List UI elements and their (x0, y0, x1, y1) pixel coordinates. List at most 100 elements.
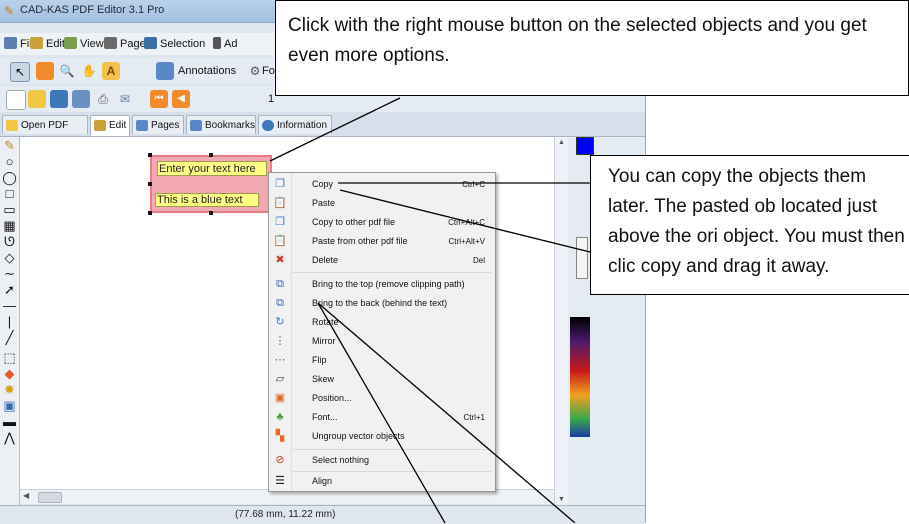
wave-icon[interactable]: ∼ (2, 266, 17, 282)
ungroup-icon: ▚ (275, 430, 285, 442)
font-icon: ♣ (276, 411, 284, 423)
paste-icon: 📋 (273, 197, 287, 209)
callout-right-click: Click with the right mouse button on the… (275, 0, 909, 96)
skew-icon: ▱ (275, 373, 285, 385)
menu-edit[interactable]: Edit (30, 36, 65, 52)
tab-information[interactable]: Information (258, 115, 332, 134)
menu-item-delete[interactable]: ✖ Delete Del (271, 251, 493, 270)
selection-handle[interactable] (148, 153, 152, 157)
window-title: CAD-KAS PDF Editor 3.1 Pro (20, 4, 165, 16)
stamp-icon[interactable]: ✸ (2, 382, 17, 398)
tab-edit[interactable]: Edit (90, 115, 130, 136)
edit-tab-icon (94, 120, 106, 131)
scroll-left-icon[interactable]: ◀ (23, 491, 29, 500)
text-object-2[interactable]: This is a blue text (155, 193, 259, 207)
rectangle-icon[interactable]: ▭ (2, 202, 17, 218)
polyline-icon[interactable]: ᘎ (2, 234, 17, 250)
polygon-icon[interactable]: ◇ (2, 250, 17, 266)
image-icon[interactable]: ▣ (2, 398, 17, 414)
save-icon[interactable] (50, 90, 68, 108)
current-color-swatch[interactable] (576, 137, 594, 155)
open-icon[interactable] (28, 90, 46, 108)
menu-item-skew[interactable]: ▱ Skew (271, 370, 493, 389)
selection-icon (144, 37, 157, 49)
menu-item-copy[interactable]: ❐ Copy Ctrl+C (271, 175, 493, 194)
print-icon[interactable]: ⎙ (94, 90, 112, 108)
new-icon[interactable] (6, 90, 26, 110)
tab-bookmarks[interactable]: Bookmarks (186, 115, 256, 134)
copy-icon: ❐ (275, 178, 285, 190)
hand-icon[interactable]: ✋ (80, 62, 98, 80)
ellipse-icon[interactable]: ◯ (2, 170, 17, 186)
menu-item-bring-top[interactable]: ⧉ Bring to the top (remove clipping path) (271, 275, 493, 294)
horizontal-line-icon[interactable]: — (2, 298, 17, 314)
menu-item-align[interactable]: ☰ Align (271, 472, 493, 491)
tab-pages[interactable]: Pages (132, 115, 184, 134)
menu-item-paste[interactable]: 📋 Paste (271, 194, 493, 213)
first-page-icon[interactable]: ⏮ (150, 90, 168, 108)
zoom-icon[interactable]: 🔍 (58, 62, 76, 80)
status-bar: (77.68 mm, 11.22 mm) (0, 505, 645, 524)
diagonal-line-icon[interactable]: ╱ (2, 330, 17, 346)
annotations-icon (156, 62, 174, 80)
vertical-scrollbar[interactable]: ▲ ▼ (554, 137, 568, 505)
menu-item-select-nothing[interactable]: ⊘ Select nothing (271, 451, 493, 470)
fill-icon[interactable]: ◆ (2, 366, 17, 382)
pencil-icon[interactable]: ✎ (2, 138, 17, 154)
view-icon (64, 37, 77, 49)
color-spectrum[interactable] (570, 317, 590, 437)
selection-handle[interactable] (148, 211, 152, 215)
context-menu: ❐ Copy Ctrl+C 📋 Paste ❐ Copy to other pdf fi… (268, 172, 496, 492)
selection-handle[interactable] (209, 153, 213, 157)
rectangle-select-button[interactable] (36, 62, 54, 80)
menu-item-flip[interactable]: ⋯ Flip (271, 351, 493, 370)
menu-item-rotate[interactable]: ↻ Rotate (271, 313, 493, 332)
app-icon: ✎ (4, 4, 15, 18)
chevron-up-icon[interactable]: ⋀ (2, 430, 17, 446)
menu-selection[interactable]: Selection (144, 36, 205, 52)
menu-page[interactable]: Page (104, 36, 146, 52)
menu-item-mirror[interactable]: ⋮ Mirror (271, 332, 493, 351)
selection-handle[interactable] (209, 211, 213, 215)
menu-item-bring-back[interactable]: ⧉ Bring to the back (behind the text) (271, 294, 493, 313)
color-slider[interactable] (576, 237, 588, 279)
menu-item-paste-other[interactable]: 📋 Paste from other pdf file Ctrl+Alt+V (271, 232, 493, 251)
save-all-icon[interactable] (72, 90, 90, 108)
dashed-rect-icon[interactable]: ⬚ (2, 350, 17, 366)
square-icon[interactable]: □ (2, 186, 17, 202)
select-nothing-icon: ⊘ (275, 454, 285, 466)
delete-icon: ✖ (275, 254, 285, 266)
edit-icon (30, 37, 43, 49)
text-tool-icon[interactable]: A (102, 62, 120, 80)
menu-item-copy-other[interactable]: ❐ Copy to other pdf file Ctrl+Alt+C (271, 213, 493, 232)
mirror-icon: ⋮ (274, 335, 286, 347)
page-number-field[interactable]: 1 (268, 91, 274, 107)
bookmarks-icon (190, 120, 202, 131)
position-icon: ▣ (274, 392, 286, 404)
email-icon[interactable]: ✉ (116, 90, 134, 108)
menu-item-ungroup[interactable]: ▚ Ungroup vector objects (271, 427, 493, 446)
tab-open-pdf[interactable]: Open PDF file (2, 115, 88, 150)
previous-page-icon[interactable]: ◀ (172, 90, 190, 108)
text-object-1[interactable]: Enter your text here (157, 161, 267, 176)
table-icon[interactable]: ▦ (2, 218, 17, 234)
horizontal-scroll-thumb[interactable] (38, 492, 62, 503)
annotations-button[interactable]: Annotations (178, 63, 236, 79)
thick-line-icon[interactable]: ▬ (2, 414, 17, 430)
callout-copy-text: You can copy the objects them later. The… (608, 166, 905, 277)
scroll-up-icon[interactable]: ▲ (558, 139, 565, 146)
menu-separator (293, 449, 491, 450)
pointer-tool-button[interactable]: ↖ (10, 62, 30, 82)
menu-item-position[interactable]: ▣ Position... (271, 389, 493, 408)
menu-item-font[interactable]: ♣ Font... Ctrl+1 (271, 408, 493, 427)
scroll-down-icon[interactable]: ▼ (558, 496, 565, 503)
selection-handle[interactable] (148, 182, 152, 186)
vertical-line-icon[interactable]: | (2, 314, 17, 330)
menu-view[interactable]: View (64, 36, 104, 52)
arrow-icon[interactable]: ➚ (2, 282, 17, 298)
callout-copy: You can copy the objects them later. The… (590, 155, 909, 295)
pages-icon (136, 120, 148, 131)
circle-icon[interactable]: ○ (2, 154, 17, 170)
flip-icon: ⋯ (274, 354, 286, 366)
menu-advanced[interactable]: Ad (213, 36, 237, 52)
